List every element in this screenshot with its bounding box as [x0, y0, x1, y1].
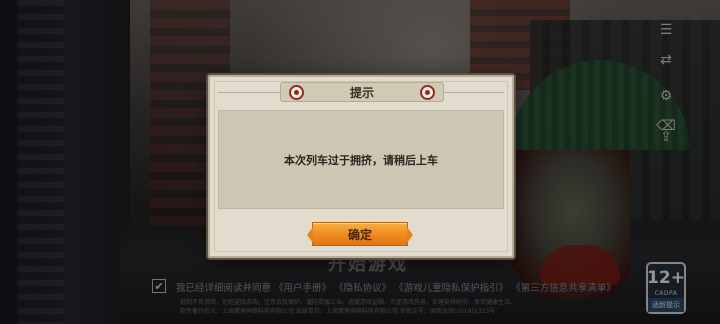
confirm-label: 确定	[347, 227, 372, 242]
dialog-title: 提示	[349, 85, 374, 100]
confirm-button[interactable]: 确定	[307, 222, 413, 246]
title-rule-left	[218, 92, 280, 93]
title-rule-right	[442, 92, 504, 93]
notice-dialog: 提示 本次列车过于拥挤，请稍后上车 确定	[208, 75, 514, 258]
ornament-right-icon	[420, 85, 435, 100]
dialog-message: 本次列车过于拥挤，请稍后上车	[284, 153, 438, 167]
dialog-content: 本次列车过于拥挤，请稍后上车	[218, 110, 504, 209]
ornament-left-icon	[289, 85, 304, 100]
dialog-title-bar: 提示	[280, 82, 444, 102]
